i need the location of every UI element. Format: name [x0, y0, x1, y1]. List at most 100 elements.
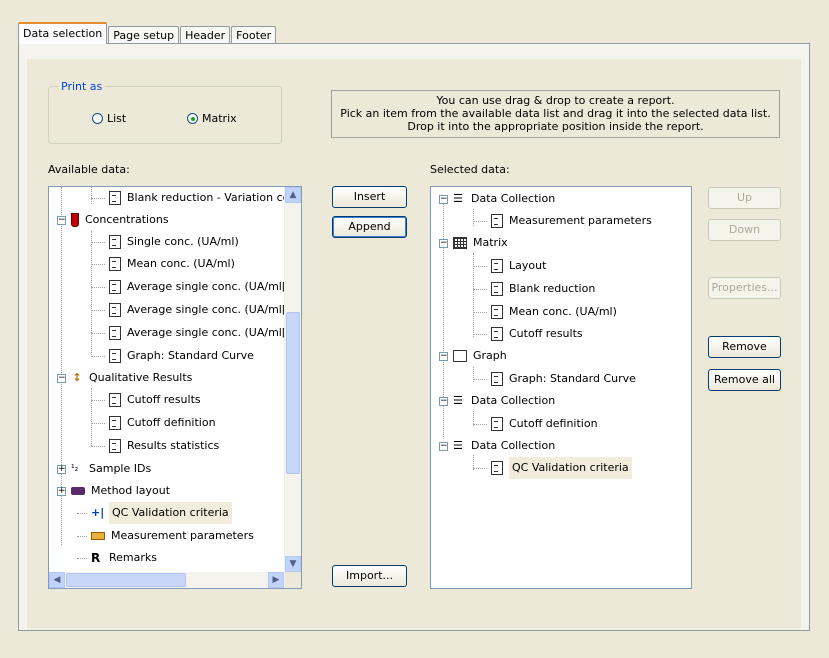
- list-item[interactable]: − ☰ Data Collection: [439, 390, 555, 412]
- up-button[interactable]: Up: [708, 187, 781, 209]
- plus-box-icon[interactable]: +: [57, 486, 66, 496]
- list-item[interactable]: +| QC Validation criteria: [77, 502, 232, 524]
- list-item[interactable]: − Graph: [439, 345, 507, 367]
- remove-all-button[interactable]: Remove all: [708, 369, 781, 391]
- scroll-up-icon[interactable]: ▲: [285, 187, 301, 203]
- minus-box-icon[interactable]: −: [439, 194, 448, 204]
- minus-box-icon[interactable]: −: [439, 396, 448, 406]
- available-data-label: Available data:: [48, 163, 130, 176]
- list-item[interactable]: − ☰ Data Collection: [439, 188, 555, 210]
- scroll-right-icon[interactable]: ▶: [268, 572, 284, 588]
- selected-data-label: Selected data:: [430, 163, 510, 176]
- list-item[interactable]: Cutoff results: [473, 323, 583, 345]
- document-icon: [491, 372, 503, 386]
- list-item[interactable]: Measurement parameters: [473, 210, 652, 232]
- radio-matrix-circle[interactable]: [187, 113, 198, 124]
- minus-box-icon[interactable]: −: [439, 238, 448, 248]
- minus-box-icon[interactable]: −: [57, 215, 66, 225]
- document-icon: [109, 326, 121, 340]
- sample-ids-icon: ¹₂: [71, 464, 79, 474]
- horizontal-scrollbar[interactable]: ◀ ▶: [49, 572, 301, 588]
- selected-data-list[interactable]: − ☰ Data Collection Measurement paramete…: [430, 186, 692, 589]
- document-icon: [109, 235, 121, 249]
- tab-strip: Data selection Page setup Header Footer: [18, 22, 277, 44]
- list-item[interactable]: Blank reduction: [473, 278, 595, 300]
- list-item[interactable]: Cutoff definition: [91, 412, 216, 434]
- list-item[interactable]: − ☰ Data Collection: [439, 435, 555, 457]
- scroll-thumb[interactable]: [286, 312, 300, 474]
- import-button[interactable]: Import...: [332, 565, 407, 587]
- list-item[interactable]: Mean conc. (UA/ml): [473, 301, 617, 323]
- list-item[interactable]: QC Validation criteria: [473, 457, 632, 479]
- list-item[interactable]: Average single conc. (UA/ml[: [91, 299, 286, 321]
- scroll-down-icon[interactable]: ▼: [285, 556, 301, 572]
- document-icon: [109, 191, 121, 205]
- data-collection-icon: ☰: [453, 192, 463, 205]
- list-item[interactable]: Average single conc. (UA/ml[: [91, 276, 286, 298]
- remarks-icon: R: [91, 551, 101, 565]
- minus-box-icon[interactable]: −: [57, 373, 66, 383]
- scroll-corner: [285, 572, 301, 588]
- document-icon: [491, 461, 503, 475]
- minus-box-icon[interactable]: −: [439, 351, 448, 361]
- document-icon: [491, 214, 503, 228]
- tab-header[interactable]: Header: [180, 26, 231, 44]
- radio-list[interactable]: List: [92, 112, 126, 125]
- vertical-scrollbar[interactable]: ▲ ▼: [284, 187, 301, 572]
- scroll-left-icon[interactable]: ◀: [49, 572, 65, 588]
- tab-data-selection[interactable]: Data selection: [18, 22, 108, 44]
- document-icon: [491, 305, 503, 319]
- graph-icon: [453, 350, 467, 362]
- list-item[interactable]: + Method layout: [57, 480, 170, 502]
- minus-box-icon[interactable]: −: [439, 441, 448, 451]
- plate-icon: [71, 487, 85, 495]
- radio-matrix[interactable]: Matrix: [187, 112, 237, 125]
- document-icon: [109, 393, 121, 407]
- list-item[interactable]: − Concentrations: [57, 209, 169, 231]
- document-icon: [109, 439, 121, 453]
- list-item[interactable]: Results statistics: [91, 435, 219, 457]
- range-arrow-icon: ↕: [72, 371, 82, 384]
- radio-list-circle[interactable]: [92, 113, 103, 124]
- hscroll-thumb[interactable]: [66, 573, 186, 587]
- available-data-list[interactable]: Blank reduction - Variation cc − Concent…: [48, 186, 302, 589]
- down-button[interactable]: Down: [708, 219, 781, 241]
- list-item[interactable]: Layout: [473, 255, 546, 277]
- radio-list-label: List: [107, 112, 127, 125]
- remove-button[interactable]: Remove: [708, 336, 781, 358]
- list-item[interactable]: Graph: Standard Curve: [91, 345, 254, 367]
- list-item[interactable]: − ↕ Qualitative Results: [57, 367, 192, 389]
- document-icon: [109, 303, 121, 317]
- list-item[interactable]: R Remarks: [77, 547, 157, 569]
- document-icon: [109, 280, 121, 294]
- document-icon: [491, 417, 503, 431]
- append-button[interactable]: Append: [332, 216, 407, 238]
- test-tube-icon: [71, 213, 79, 227]
- list-item[interactable]: Cutoff definition: [473, 413, 598, 435]
- document-icon: [491, 259, 503, 273]
- list-item[interactable]: Blank reduction - Variation cc: [91, 187, 289, 209]
- insert-button[interactable]: Insert: [332, 186, 407, 208]
- list-item[interactable]: Measurement parameters: [77, 525, 254, 547]
- list-item[interactable]: Single conc. (UA/ml): [91, 231, 239, 253]
- plus-box-icon[interactable]: +: [57, 464, 66, 474]
- list-item[interactable]: Mean conc. (UA/ml): [91, 253, 235, 275]
- tab-page-setup[interactable]: Page setup: [108, 26, 180, 44]
- tab-footer[interactable]: Footer: [231, 26, 277, 44]
- print-as-legend: Print as: [58, 80, 106, 93]
- list-item[interactable]: Average single conc. (UA/ml[: [91, 322, 286, 344]
- list-item[interactable]: + ¹₂ Sample IDs: [57, 458, 151, 480]
- list-item[interactable]: − Matrix: [439, 232, 508, 254]
- document-icon: [491, 327, 503, 341]
- document-icon: [109, 416, 121, 430]
- document-icon: [491, 282, 503, 296]
- list-item[interactable]: Graph: Standard Curve: [473, 368, 636, 390]
- ruler-icon: [91, 532, 105, 540]
- matrix-icon: [453, 237, 467, 249]
- list-item[interactable]: Cutoff results: [91, 389, 201, 411]
- info-line-1: You can use drag & drop to create a repo…: [436, 94, 675, 107]
- info-line-3: Drop it into the appropriate position in…: [407, 120, 704, 133]
- info-line-2: Pick an item from the available data lis…: [340, 107, 771, 120]
- properties-button[interactable]: Properties...: [708, 277, 781, 299]
- data-collection-icon: ☰: [453, 394, 463, 407]
